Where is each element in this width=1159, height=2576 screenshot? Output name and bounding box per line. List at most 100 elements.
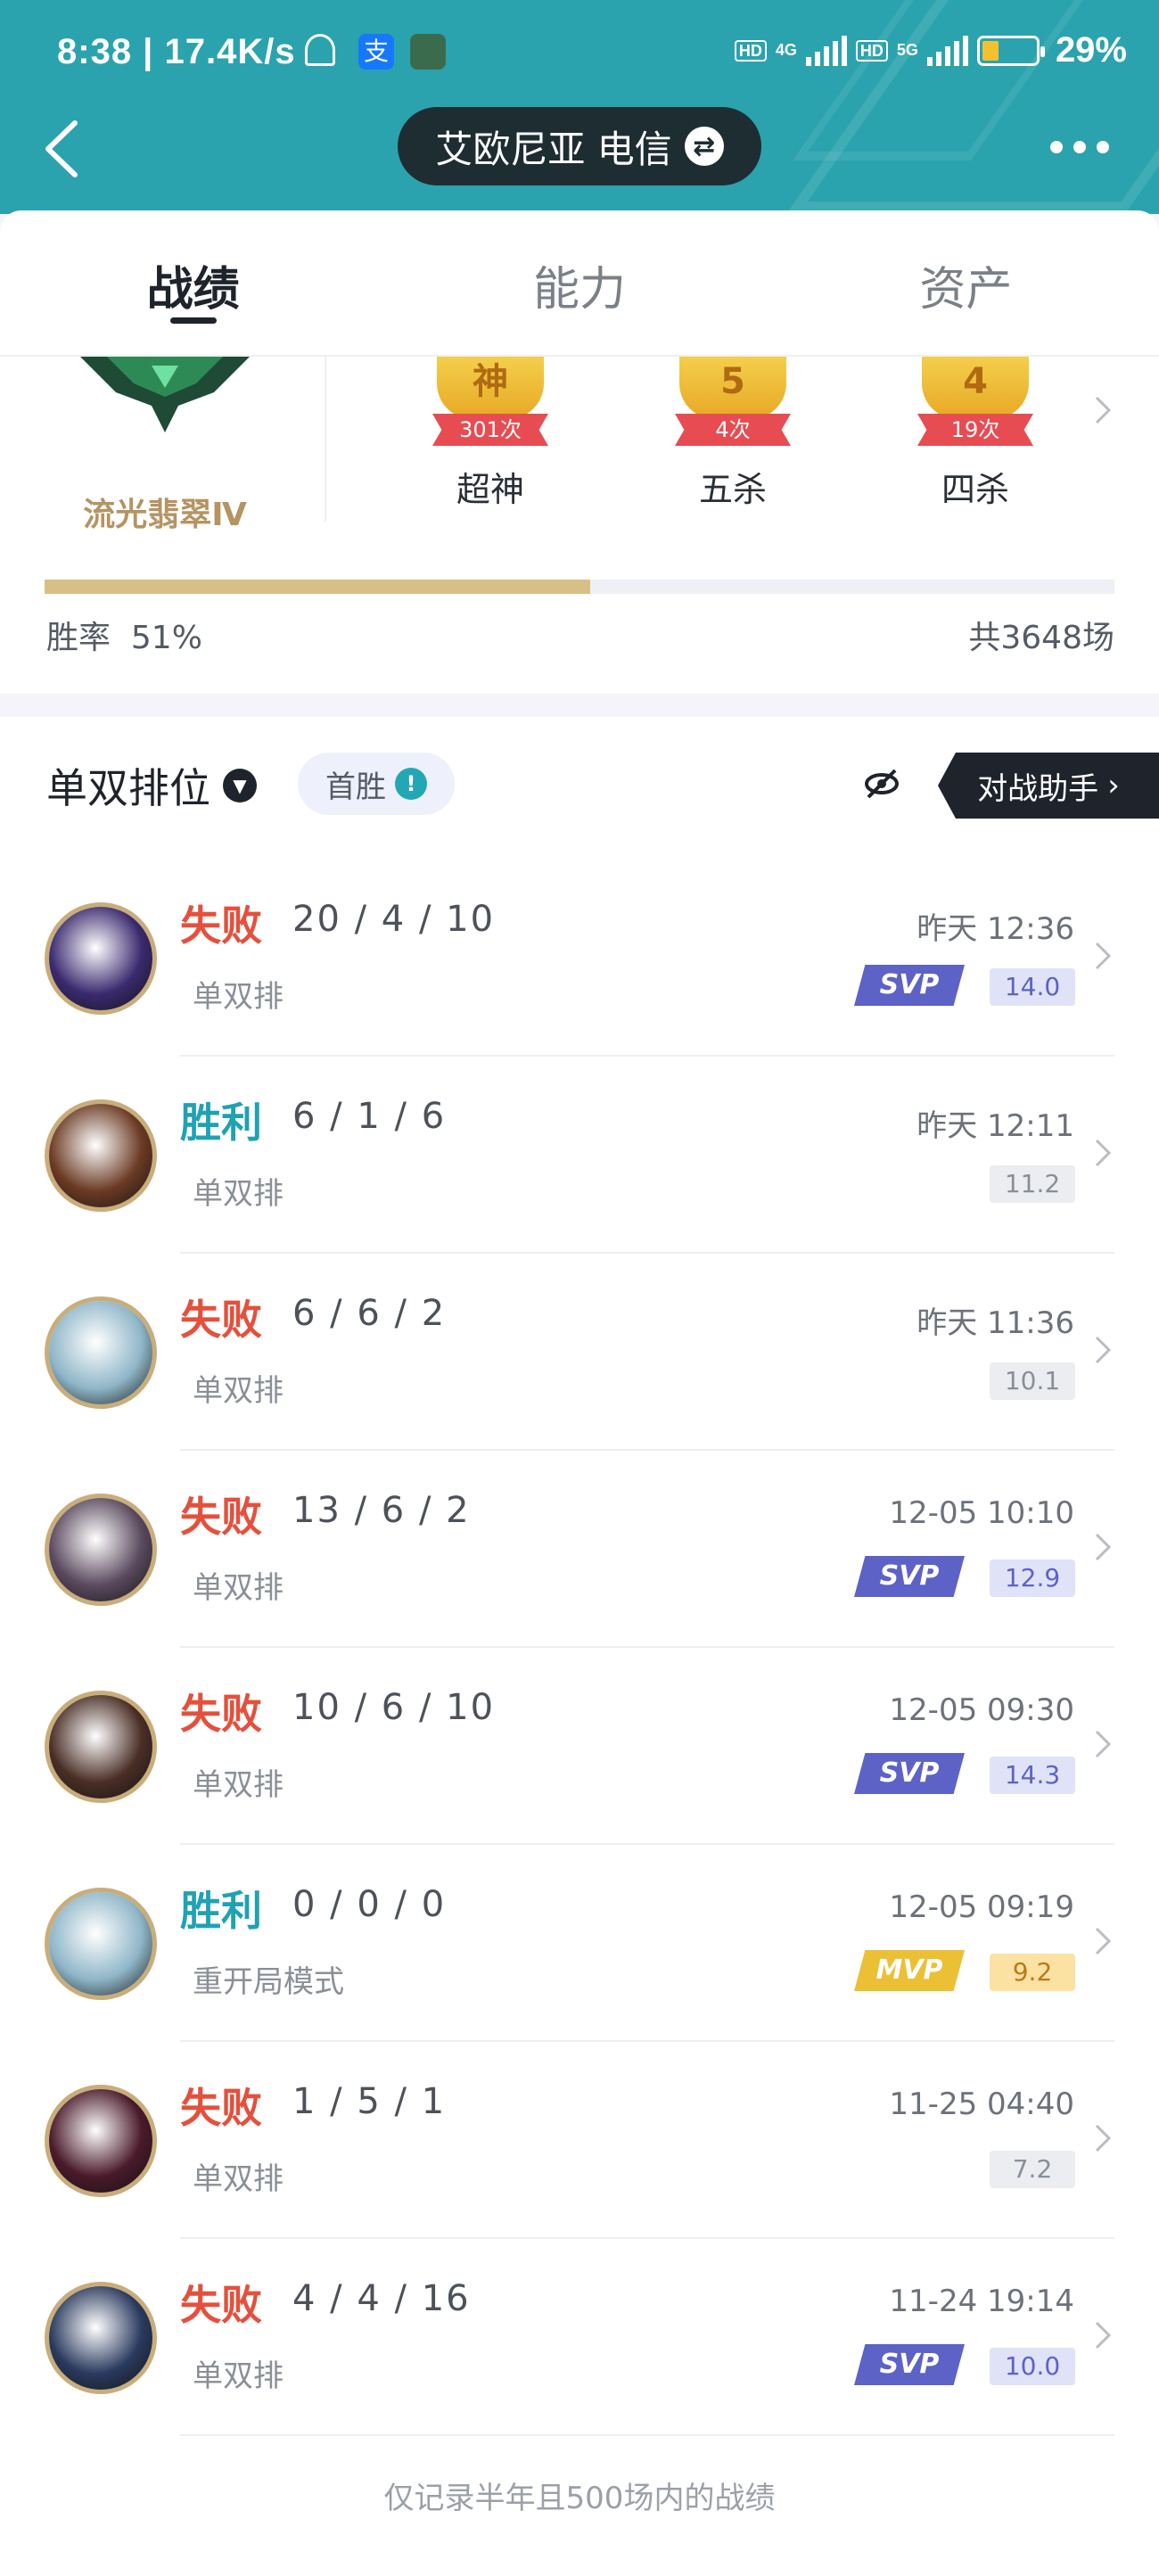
row-divider (180, 2434, 1114, 2436)
match-score: 10.1 (990, 1362, 1075, 1400)
match-score: 7.2 (990, 2151, 1075, 2188)
match-queue: 单双排 (193, 1570, 284, 1606)
match-kda: 13 / 6 / 2 (292, 1490, 471, 1531)
battle-helper-button[interactable]: 对战助手 › (938, 753, 1159, 819)
match-result: 胜利 (180, 1099, 262, 1147)
back-arrow-icon (45, 120, 78, 177)
match-score: 14.0 (990, 968, 1075, 1006)
medal-penta-kill[interactable]: 5 4次 五杀 (644, 357, 822, 509)
svp-badge-icon: SVP (854, 1753, 965, 1794)
first-win-chip[interactable]: 首胜 ! (298, 753, 455, 815)
match-result: 失败 (180, 2084, 262, 2132)
svp-badge-icon: SVP (854, 965, 965, 1006)
champion-avatar (45, 1296, 157, 1409)
chevron-right-icon (1091, 2317, 1114, 2353)
nav-row: 艾欧尼亚 电信 ⇄ (0, 107, 1159, 196)
match-time: 昨天 12:36 (917, 911, 1074, 947)
status-bar: 8:38 | 17.4K/s 支 HD 4G HD 5G 29% (0, 0, 1159, 107)
penta-kill-medal-icon: 5 (679, 357, 786, 419)
match-queue: 单双排 (193, 2161, 284, 2197)
chevron-right-icon (1091, 1726, 1114, 1762)
match-queue: 单双排 (193, 979, 284, 1015)
status-right: HD 4G HD 5G 29% (734, 30, 1127, 70)
hd-icon: HD (734, 39, 767, 62)
champion-avatar (45, 1099, 157, 1212)
match-result: 失败 (180, 901, 262, 950)
medal-quadra-kill[interactable]: 4 19次 四杀 (886, 357, 1064, 509)
hide-eye-button[interactable] (863, 765, 900, 802)
match-row[interactable]: 胜利 6 / 1 / 6 单双排 昨天 12:11 11.2 (0, 1057, 1159, 1254)
battery-icon (976, 35, 1045, 66)
mvp-badge-icon: MVP (854, 1950, 965, 1991)
match-row[interactable]: 胜利 0 / 0 / 0 重开局模式 12-05 09:19 MVP 9.2 (0, 1845, 1159, 2042)
match-row[interactable]: 失败 1 / 5 / 1 单双排 11-25 04:40 7.2 (0, 2042, 1159, 2239)
chevron-right-icon (1091, 2120, 1114, 2156)
tab-bar: 战绩 能力 资产 (0, 210, 1159, 357)
champion-portrait (49, 1301, 152, 1404)
match-row[interactable]: 失败 13 / 6 / 2 单双排 12-05 10:10 SVP 12.9 (0, 1451, 1159, 1648)
server-name: 艾欧尼亚 电信 (435, 127, 672, 171)
medal-count: 4次 (675, 414, 791, 446)
match-score: 10.0 (990, 2348, 1075, 2385)
match-row[interactable]: 失败 20 / 4 / 10 单双排 昨天 12:36 SVP 14.0 (0, 860, 1159, 1057)
match-result: 胜利 (180, 1887, 262, 1935)
chevron-right-icon: › (1107, 768, 1120, 803)
match-kda: 10 / 6 / 10 (292, 1687, 496, 1728)
match-row[interactable]: 失败 6 / 6 / 2 单双排 昨天 11:36 10.1 (0, 1254, 1159, 1451)
champion-avatar (45, 2282, 157, 2394)
match-score: 12.9 (990, 1560, 1075, 1597)
medal-label: 四杀 (941, 470, 1009, 509)
mute-bell-icon (305, 34, 335, 66)
champion-avatar (45, 1888, 157, 2000)
champion-portrait (49, 1104, 152, 1207)
chevron-down-icon: ▼ (223, 769, 257, 802)
match-time: 昨天 11:36 (917, 1305, 1074, 1341)
match-result: 失败 (180, 1296, 262, 1344)
chevron-right-icon (1091, 938, 1114, 974)
more-menu-button[interactable] (1050, 134, 1113, 160)
tab-ability[interactable]: 能力 (386, 210, 772, 355)
medal-count: 301次 (432, 414, 548, 446)
battery-level: 29% (1055, 30, 1127, 70)
champion-portrait (49, 1498, 152, 1601)
champion-portrait (49, 2286, 152, 2390)
tab-assets[interactable]: 资产 (773, 210, 1159, 355)
swap-icon: ⇄ (684, 127, 724, 166)
match-list-section: 单双排位 ▼ 首胜 ! 对战助手 › 失败 20 / 4 / 10 单双排 昨天 12… (0, 717, 1159, 2576)
match-result: 失败 (180, 1690, 262, 1738)
match-time: 12-05 10:10 (889, 1495, 1074, 1531)
more-dot-icon (1050, 141, 1063, 153)
network-4g-label: 4G (775, 41, 797, 59)
match-row[interactable]: 失败 4 / 4 / 16 单双排 11-24 19:14 SVP 10.0 (0, 2239, 1159, 2436)
match-queue: 单双排 (193, 1373, 284, 1409)
queue-mode-dropdown[interactable]: 单双排位 ▼ (46, 756, 257, 815)
champion-portrait (49, 907, 152, 1010)
server-switch-button[interactable]: 艾欧尼亚 电信 ⇄ (398, 107, 761, 185)
svp-badge-icon: SVP (854, 1556, 965, 1597)
queue-mode-label: 单双排位 (46, 764, 210, 812)
chevron-right-icon (1095, 396, 1112, 424)
chevron-right-icon (1091, 1332, 1114, 1368)
champion-portrait (49, 2089, 152, 2193)
match-queue: 重开局模式 (193, 1964, 344, 2000)
back-button[interactable] (39, 118, 93, 180)
signal-icon (805, 35, 847, 66)
medals-more-button[interactable] (1091, 392, 1114, 428)
match-queue: 单双排 (193, 2358, 284, 2394)
svp-badge-icon: SVP (854, 2344, 965, 2385)
tab-records[interactable]: 战绩 (0, 210, 386, 355)
status-time: 8:38 | 17.4K/s (57, 32, 296, 71)
network-5g-label: 5G (896, 41, 918, 59)
champion-avatar (45, 1691, 157, 1803)
legendary-medal-icon: 神 (437, 357, 544, 419)
match-queue: 单双排 (193, 1176, 284, 1212)
more-dot-icon (1097, 141, 1109, 153)
first-win-label: 首胜 (325, 769, 386, 805)
medal-legendary[interactable]: 神 301次 超神 (401, 357, 580, 509)
footnote: 仅记录半年且500场内的战绩 (383, 2481, 776, 2516)
medal-label: 五杀 (698, 470, 767, 509)
chevron-right-icon (1091, 1529, 1114, 1565)
match-kda: 6 / 1 / 6 (292, 1096, 447, 1137)
match-kda: 1 / 5 / 1 (292, 2081, 447, 2122)
match-row[interactable]: 失败 10 / 6 / 10 单双排 12-05 09:30 SVP 14.3 (0, 1648, 1159, 1845)
